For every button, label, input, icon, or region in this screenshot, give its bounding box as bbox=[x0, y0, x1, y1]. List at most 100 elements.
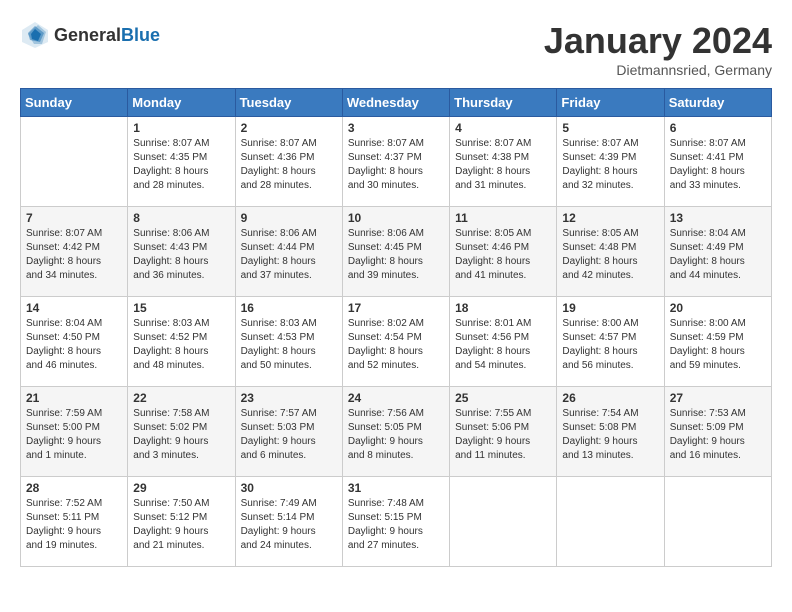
table-row: 24 Sunrise: 7:56 AM Sunset: 5:05 PM Dayli… bbox=[342, 387, 449, 477]
table-row: 28 Sunrise: 7:52 AM Sunset: 5:11 PM Dayli… bbox=[21, 477, 128, 567]
day-info: Sunrise: 8:07 AM Sunset: 4:35 PM Dayligh… bbox=[133, 137, 229, 193]
day-info: Sunrise: 8:06 AM Sunset: 4:45 PM Dayligh… bbox=[348, 227, 444, 283]
table-row: 15 Sunrise: 8:03 AM Sunset: 4:52 PM Dayli… bbox=[128, 297, 235, 387]
day-info: Sunrise: 8:04 AM Sunset: 4:49 PM Dayligh… bbox=[670, 227, 766, 283]
day-info: Sunrise: 7:54 AM Sunset: 5:08 PM Dayligh… bbox=[562, 407, 658, 463]
calendar-week-4: 21 Sunrise: 7:59 AM Sunset: 5:00 PM Dayli… bbox=[21, 387, 772, 477]
table-row: 13 Sunrise: 8:04 AM Sunset: 4:49 PM Dayli… bbox=[664, 207, 771, 297]
day-number: 3 bbox=[348, 121, 444, 135]
table-row: 8 Sunrise: 8:06 AM Sunset: 4:43 PM Daylig… bbox=[128, 207, 235, 297]
table-row: 27Sunrise: 7:53 AM Sunset: 5:09 PM Dayli… bbox=[664, 387, 771, 477]
calendar-week-1: 1 Sunrise: 8:07 AM Sunset: 4:35 PM Daylig… bbox=[21, 117, 772, 207]
table-row: 2 Sunrise: 8:07 AM Sunset: 4:36 PM Daylig… bbox=[235, 117, 342, 207]
table-row: 10 Sunrise: 8:06 AM Sunset: 4:45 PM Dayli… bbox=[342, 207, 449, 297]
day-number: 2 bbox=[241, 121, 337, 135]
day-info: Sunrise: 8:00 AM Sunset: 4:57 PM Dayligh… bbox=[562, 317, 658, 373]
day-info: Sunrise: 8:07 AM Sunset: 4:37 PM Dayligh… bbox=[348, 137, 444, 193]
day-number: 10 bbox=[348, 211, 444, 225]
day-info: Sunrise: 7:57 AM Sunset: 5:03 PM Dayligh… bbox=[241, 407, 337, 463]
table-row: 18 Sunrise: 8:01 AM Sunset: 4:56 PM Dayli… bbox=[450, 297, 557, 387]
table-row: 31Sunrise: 7:48 AM Sunset: 5:15 PM Dayli… bbox=[342, 477, 449, 567]
table-row: 3 Sunrise: 8:07 AM Sunset: 4:37 PM Daylig… bbox=[342, 117, 449, 207]
day-number: 14 bbox=[26, 301, 122, 315]
day-info: Sunrise: 8:06 AM Sunset: 4:43 PM Dayligh… bbox=[133, 227, 229, 283]
table-row: 5Sunrise: 8:07 AM Sunset: 4:39 PM Daylig… bbox=[557, 117, 664, 207]
table-row: 22 Sunrise: 7:58 AM Sunset: 5:02 PM Dayli… bbox=[128, 387, 235, 477]
day-number: 4 bbox=[455, 121, 551, 135]
day-number: 8 bbox=[133, 211, 229, 225]
day-number: 9 bbox=[241, 211, 337, 225]
col-tuesday: Tuesday bbox=[235, 89, 342, 117]
month-title: January 2024 bbox=[544, 20, 772, 62]
day-number: 28 bbox=[26, 481, 122, 495]
page-header: GeneralBlue January 2024 Dietmannsried, … bbox=[20, 20, 772, 78]
day-number: 21 bbox=[26, 391, 122, 405]
table-row bbox=[664, 477, 771, 567]
day-info: Sunrise: 7:52 AM Sunset: 5:11 PM Dayligh… bbox=[26, 497, 122, 553]
day-number: 30 bbox=[241, 481, 337, 495]
table-row: 14Sunrise: 8:04 AM Sunset: 4:50 PM Dayli… bbox=[21, 297, 128, 387]
table-row: 4 Sunrise: 8:07 AM Sunset: 4:38 PM Daylig… bbox=[450, 117, 557, 207]
day-info: Sunrise: 8:07 AM Sunset: 4:38 PM Dayligh… bbox=[455, 137, 551, 193]
table-row: 30 Sunrise: 7:49 AM Sunset: 5:14 PM Dayli… bbox=[235, 477, 342, 567]
day-number: 24 bbox=[348, 391, 444, 405]
day-info: Sunrise: 8:07 AM Sunset: 4:36 PM Dayligh… bbox=[241, 137, 337, 193]
day-info: Sunrise: 7:55 AM Sunset: 5:06 PM Dayligh… bbox=[455, 407, 551, 463]
day-info: Sunrise: 7:48 AM Sunset: 5:15 PM Dayligh… bbox=[348, 497, 444, 553]
table-row: 17 Sunrise: 8:02 AM Sunset: 4:54 PM Dayli… bbox=[342, 297, 449, 387]
day-info: Sunrise: 8:02 AM Sunset: 4:54 PM Dayligh… bbox=[348, 317, 444, 373]
logo-icon bbox=[20, 20, 50, 50]
col-saturday: Saturday bbox=[664, 89, 771, 117]
day-number: 1 bbox=[133, 121, 229, 135]
day-number: 17 bbox=[348, 301, 444, 315]
day-number: 18 bbox=[455, 301, 551, 315]
logo: GeneralBlue bbox=[20, 20, 160, 50]
calendar-week-2: 7Sunrise: 8:07 AM Sunset: 4:42 PM Daylig… bbox=[21, 207, 772, 297]
table-row: 7Sunrise: 8:07 AM Sunset: 4:42 PM Daylig… bbox=[21, 207, 128, 297]
day-number: 13 bbox=[670, 211, 766, 225]
calendar-table: Sunday Monday Tuesday Wednesday Thursday… bbox=[20, 88, 772, 567]
day-number: 6 bbox=[670, 121, 766, 135]
table-row: 9Sunrise: 8:06 AM Sunset: 4:44 PM Daylig… bbox=[235, 207, 342, 297]
day-number: 25 bbox=[455, 391, 551, 405]
col-sunday: Sunday bbox=[21, 89, 128, 117]
day-number: 26 bbox=[562, 391, 658, 405]
day-info: Sunrise: 8:07 AM Sunset: 4:42 PM Dayligh… bbox=[26, 227, 122, 283]
table-row bbox=[557, 477, 664, 567]
day-info: Sunrise: 7:58 AM Sunset: 5:02 PM Dayligh… bbox=[133, 407, 229, 463]
day-number: 15 bbox=[133, 301, 229, 315]
day-info: Sunrise: 8:03 AM Sunset: 4:53 PM Dayligh… bbox=[241, 317, 337, 373]
day-info: Sunrise: 7:49 AM Sunset: 5:14 PM Dayligh… bbox=[241, 497, 337, 553]
table-row: 11Sunrise: 8:05 AM Sunset: 4:46 PM Dayli… bbox=[450, 207, 557, 297]
table-row: 20 Sunrise: 8:00 AM Sunset: 4:59 PM Dayli… bbox=[664, 297, 771, 387]
logo-text: GeneralBlue bbox=[54, 25, 160, 46]
day-number: 12 bbox=[562, 211, 658, 225]
day-number: 11 bbox=[455, 211, 551, 225]
table-row: 23 Sunrise: 7:57 AM Sunset: 5:03 PM Dayli… bbox=[235, 387, 342, 477]
table-row: 26 Sunrise: 7:54 AM Sunset: 5:08 PM Dayli… bbox=[557, 387, 664, 477]
day-info: Sunrise: 7:56 AM Sunset: 5:05 PM Dayligh… bbox=[348, 407, 444, 463]
col-wednesday: Wednesday bbox=[342, 89, 449, 117]
table-row: 21 Sunrise: 7:59 AM Sunset: 5:00 PM Dayli… bbox=[21, 387, 128, 477]
table-row: 29Sunrise: 7:50 AM Sunset: 5:12 PM Dayli… bbox=[128, 477, 235, 567]
title-block: January 2024 Dietmannsried, Germany bbox=[544, 20, 772, 78]
day-info: Sunrise: 7:59 AM Sunset: 5:00 PM Dayligh… bbox=[26, 407, 122, 463]
day-info: Sunrise: 8:01 AM Sunset: 4:56 PM Dayligh… bbox=[455, 317, 551, 373]
day-number: 20 bbox=[670, 301, 766, 315]
day-number: 29 bbox=[133, 481, 229, 495]
day-number: 23 bbox=[241, 391, 337, 405]
table-row: 16 Sunrise: 8:03 AM Sunset: 4:53 PM Dayli… bbox=[235, 297, 342, 387]
day-number: 27 bbox=[670, 391, 766, 405]
table-row: 25 Sunrise: 7:55 AM Sunset: 5:06 PM Dayli… bbox=[450, 387, 557, 477]
day-number: 22 bbox=[133, 391, 229, 405]
calendar-week-5: 28 Sunrise: 7:52 AM Sunset: 5:11 PM Dayli… bbox=[21, 477, 772, 567]
day-info: Sunrise: 8:07 AM Sunset: 4:41 PM Dayligh… bbox=[670, 137, 766, 193]
day-number: 16 bbox=[241, 301, 337, 315]
col-monday: Monday bbox=[128, 89, 235, 117]
day-info: Sunrise: 8:00 AM Sunset: 4:59 PM Dayligh… bbox=[670, 317, 766, 373]
day-info: Sunrise: 8:03 AM Sunset: 4:52 PM Dayligh… bbox=[133, 317, 229, 373]
col-friday: Friday bbox=[557, 89, 664, 117]
day-info: Sunrise: 8:05 AM Sunset: 4:48 PM Dayligh… bbox=[562, 227, 658, 283]
col-thursday: Thursday bbox=[450, 89, 557, 117]
table-row: 1 Sunrise: 8:07 AM Sunset: 4:35 PM Daylig… bbox=[128, 117, 235, 207]
